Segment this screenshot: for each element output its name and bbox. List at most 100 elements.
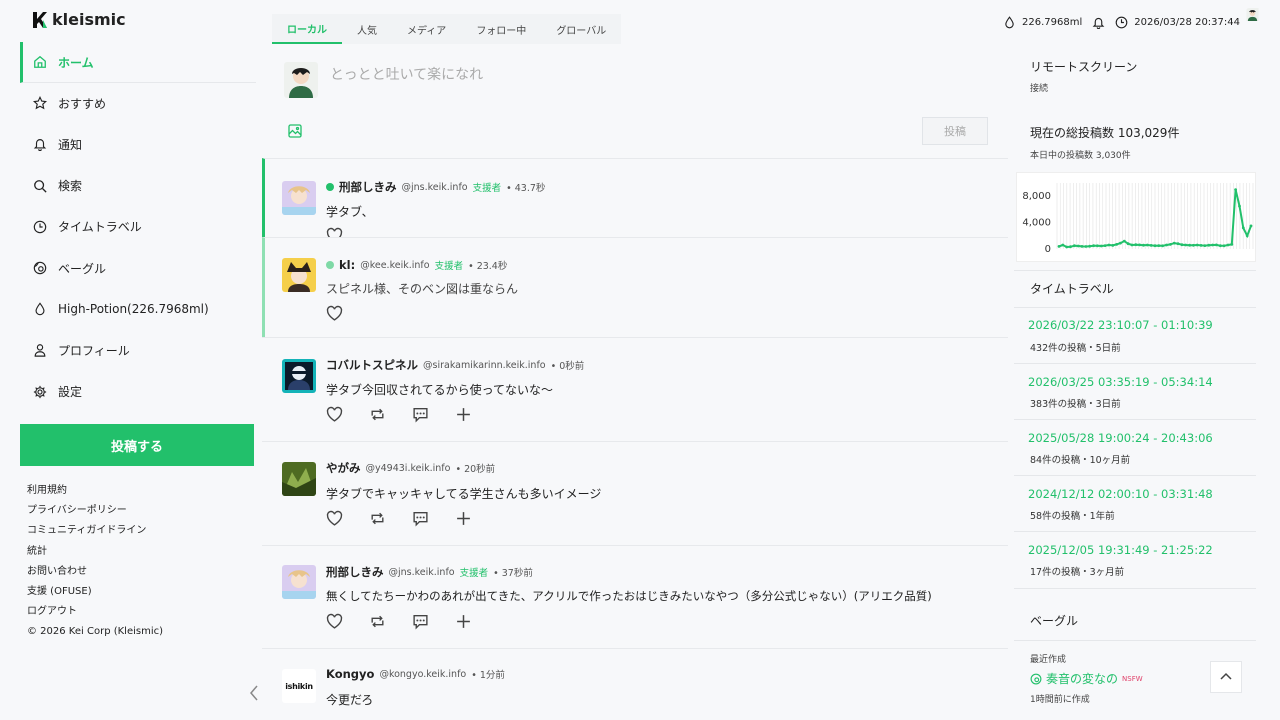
- reply-icon[interactable]: [412, 613, 429, 630]
- reply-icon[interactable]: [412, 510, 429, 527]
- copyright: © 2026 Kei Corp (Kleismic): [27, 626, 164, 638]
- remote-screen-title[interactable]: リモートスクリーン: [1030, 58, 1137, 75]
- avatar[interactable]: [282, 462, 316, 496]
- chart-point: [1080, 245, 1084, 248]
- post-handle[interactable]: @jns.keik.info: [389, 567, 455, 578]
- post-handle[interactable]: @jns.keik.info: [402, 182, 468, 193]
- image-attach-icon[interactable]: [288, 124, 302, 138]
- post-author[interactable]: Kongyo: [326, 667, 374, 681]
- footer-link-guidelines[interactable]: コミュニティガイドライン: [27, 521, 163, 541]
- timeline-post[interactable]: 刑部しきみ @jns.keik.info 支援者 • 43.7秒 学タブ、: [262, 158, 1008, 243]
- timetravel-meta: 383件の投稿・3日前: [1030, 399, 1121, 410]
- tab-local[interactable]: ローカル: [272, 14, 342, 44]
- footer-link-contact[interactable]: お問い合わせ: [27, 562, 163, 582]
- submit-post-button[interactable]: 投稿: [922, 117, 988, 145]
- plus-icon[interactable]: [455, 406, 472, 423]
- logo-mark-icon: [33, 11, 47, 28]
- repost-icon[interactable]: [369, 510, 386, 527]
- sidebar-item-home[interactable]: ホーム: [20, 42, 256, 84]
- timetravel-meta: 432件の投稿・5日前: [1030, 343, 1121, 354]
- post-time[interactable]: • 23.4秒: [468, 258, 507, 272]
- tab-following[interactable]: フォロー中: [461, 14, 541, 44]
- remote-screen-status[interactable]: 接続: [1030, 81, 1048, 94]
- avatar[interactable]: [282, 181, 316, 215]
- tab-media[interactable]: メディア: [392, 14, 461, 44]
- timetravel-range[interactable]: 2025/05/28 19:00:24 - 20:43:06: [1028, 431, 1213, 445]
- plus-icon[interactable]: [455, 613, 472, 630]
- sidebar-item-notifications[interactable]: 通知: [20, 124, 256, 165]
- timetravel-range[interactable]: 2024/12/12 02:00:10 - 03:31:48: [1028, 487, 1213, 501]
- post-handle[interactable]: @kongyo.keik.info: [379, 669, 466, 680]
- sidebar-item-bagel[interactable]: ベーグル: [20, 248, 256, 289]
- scroll-top-button[interactable]: [1210, 661, 1242, 693]
- sidebar-item-high-potion[interactable]: High-Potion(226.7968ml): [20, 289, 256, 330]
- heart-icon[interactable]: [326, 613, 343, 630]
- timeline-post[interactable]: ishikin Kongyo @kongyo.keik.info • 1分前 今…: [262, 648, 1008, 720]
- chart-point: [1130, 243, 1134, 247]
- avatar[interactable]: [1246, 8, 1272, 36]
- avatar[interactable]: [282, 258, 316, 292]
- heart-icon[interactable]: [326, 406, 343, 423]
- compose-input[interactable]: とっとと吐いて楽になれ: [330, 64, 483, 84]
- post-handle[interactable]: @kee.keik.info: [360, 260, 429, 271]
- tab-popular[interactable]: 人気: [342, 14, 392, 44]
- timetravel-range[interactable]: 2026/03/22 23:10:07 - 01:10:39: [1028, 318, 1213, 332]
- footer-link-support[interactable]: 支援 (OFUSE): [27, 582, 163, 602]
- sidebar-item-settings[interactable]: 設定: [20, 372, 256, 413]
- heart-icon[interactable]: [326, 510, 343, 527]
- logo[interactable]: kleismic: [32, 10, 126, 29]
- reply-icon[interactable]: [412, 406, 429, 423]
- footer-link-privacy[interactable]: プライバシーポリシー: [27, 501, 163, 521]
- star-icon: [33, 96, 47, 110]
- bell-icon[interactable]: [1092, 16, 1105, 29]
- repost-icon[interactable]: [369, 406, 386, 423]
- timeline-post[interactable]: コバルトスピネル @sirakamikarinn.keik.info • 0秒前…: [262, 337, 1008, 441]
- post-body: 今更だろ: [326, 693, 374, 707]
- post-button[interactable]: 投稿する: [20, 424, 254, 466]
- chart-point: [1184, 243, 1188, 247]
- logo-text: kleismic: [52, 10, 126, 29]
- timetravel-range[interactable]: 2025/12/05 19:31:49 - 21:25:22: [1028, 543, 1213, 557]
- post-author[interactable]: コバルトスピネル: [326, 357, 418, 373]
- timetravel-range[interactable]: 2026/03/25 03:35:19 - 05:34:14: [1028, 375, 1213, 389]
- post-author[interactable]: 刑部しきみ: [339, 179, 397, 195]
- post-time[interactable]: • 43.7秒: [506, 180, 545, 194]
- repost-icon[interactable]: [369, 613, 386, 630]
- post-body: スピネル様、そのベン図は重ならん: [326, 282, 519, 296]
- avatar[interactable]: [282, 359, 316, 393]
- tab-global[interactable]: グローバル: [541, 14, 621, 44]
- avatar[interactable]: [282, 565, 316, 599]
- post-actions: [326, 305, 343, 322]
- plus-icon[interactable]: [455, 510, 472, 527]
- home-icon: [34, 55, 46, 68]
- post-time[interactable]: • 0秒前: [551, 358, 585, 372]
- footer-link-stats[interactable]: 統計: [27, 542, 163, 562]
- timeline-post[interactable]: 刑部しきみ @jns.keik.info 支援者 • 37秒前 無くしてたちーか…: [262, 545, 1008, 648]
- heart-icon[interactable]: [326, 305, 343, 322]
- post-handle[interactable]: @sirakamikarinn.keik.info: [423, 360, 546, 371]
- collapse-sidebar-icon[interactable]: [247, 684, 261, 702]
- timeline-post[interactable]: やがみ @y4943i.keik.info • 20秒前 学タブでキャッキャして…: [262, 441, 1008, 545]
- post-author[interactable]: kl:: [339, 258, 355, 272]
- footer-link-terms[interactable]: 利用規約: [27, 481, 163, 501]
- divider: [1014, 475, 1256, 476]
- sidebar-item-search[interactable]: 検索: [20, 166, 256, 207]
- sidebar-item-recommended[interactable]: おすすめ: [20, 83, 256, 124]
- post-time[interactable]: • 20秒前: [455, 461, 495, 475]
- chart-tick-label: 0: [1045, 244, 1051, 255]
- footer-link-logout[interactable]: ログアウト: [27, 602, 163, 622]
- timeline-tabs: ローカル 人気 メディア フォロー中 グローバル: [272, 14, 622, 44]
- clock-icon[interactable]: [1115, 16, 1128, 29]
- post-handle[interactable]: @y4943i.keik.info: [366, 463, 451, 474]
- chart-point: [1215, 243, 1218, 247]
- post-author[interactable]: やがみ: [326, 460, 361, 476]
- avatar[interactable]: [284, 62, 318, 98]
- sidebar-item-timetravel[interactable]: タイムトラベル: [20, 207, 256, 248]
- post-time[interactable]: • 1分前: [471, 667, 505, 681]
- bagel-link[interactable]: 奏音の変なの NSFW: [1030, 670, 1143, 687]
- post-author[interactable]: 刑部しきみ: [326, 564, 384, 580]
- sidebar-item-profile[interactable]: プロフィール: [20, 330, 256, 371]
- timeline-post[interactable]: kl: @kee.keik.info 支援者 • 23.4秒 スピネル様、そのベ…: [262, 237, 1008, 337]
- avatar[interactable]: ishikin: [282, 669, 316, 703]
- post-time[interactable]: • 37秒前: [493, 565, 533, 579]
